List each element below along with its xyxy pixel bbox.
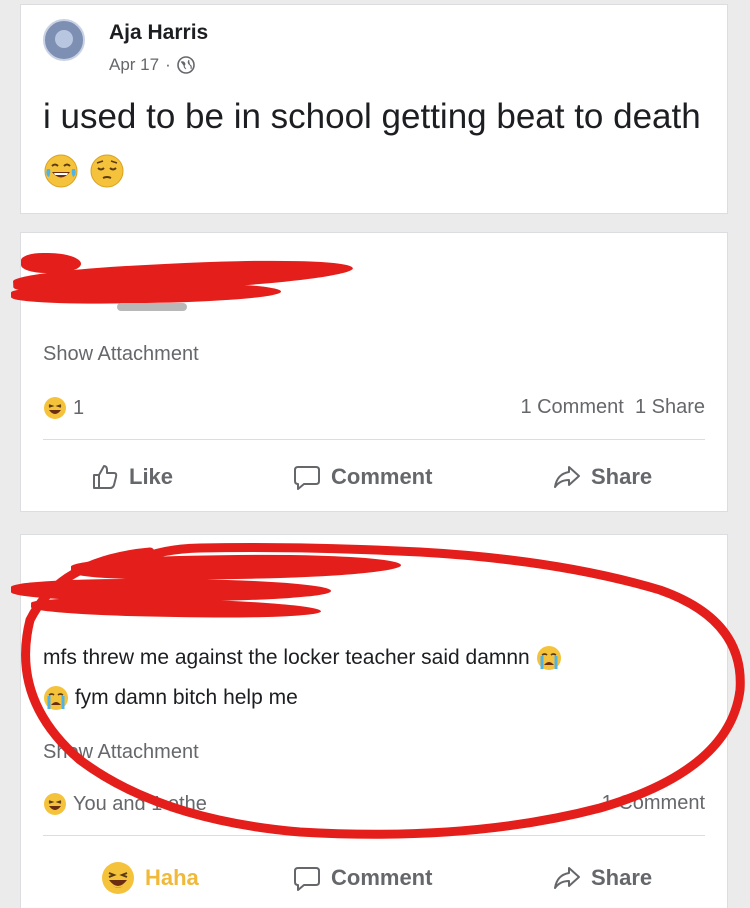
haha-label: Haha	[145, 865, 199, 890]
share-label: Share	[591, 865, 653, 890]
divider	[43, 835, 705, 836]
comment-card-2: mfs threw me against the locker teacher …	[11, 534, 728, 908]
post-card: Aja Harris Apr 17 · i used to be in scho…	[20, 4, 728, 214]
comment-label: Comment	[331, 464, 433, 489]
tears-of-joy-emoji-icon	[44, 154, 78, 188]
show-attachment-link[interactable]: Show Attachment	[43, 343, 199, 366]
pensive-emoji-icon	[90, 154, 124, 188]
haha-emoji-icon	[44, 793, 66, 815]
share-label: Share	[591, 464, 653, 489]
like-button[interactable]: Like	[91, 463, 173, 491]
reactions-text: You and 1 othe	[73, 792, 207, 815]
loudly-crying-emoji-icon	[44, 686, 68, 711]
comments-count[interactable]: 1 Comment	[520, 396, 623, 418]
haha-emoji-icon	[102, 862, 134, 894]
speech-bubble-icon	[294, 867, 320, 891]
share-button[interactable]: Share	[553, 864, 652, 892]
redaction-mark	[21, 253, 81, 273]
author-avatar[interactable]	[43, 19, 85, 61]
reaction-summary[interactable]: 1	[43, 396, 84, 420]
post-date[interactable]: Apr 17	[109, 55, 159, 75]
post-text-content: i used to be in school getting beat to d…	[43, 97, 701, 136]
share-arrow-icon	[554, 466, 580, 488]
globe-icon	[176, 56, 195, 74]
speech-bubble-icon	[294, 466, 320, 490]
comment-card-1: Show Attachment 1 1 Comment 1 Share Like…	[10, 232, 728, 512]
comment-text-line1: mfs threw me against the locker teacher …	[43, 646, 530, 669]
show-attachment-link[interactable]: Show Attachment	[43, 741, 199, 764]
redaction-mark	[70, 552, 402, 582]
post-text: i used to be in school getting beat to d…	[43, 91, 723, 195]
comment-button[interactable]: Comment	[293, 864, 432, 892]
reaction-summary[interactable]: You and 1 othe	[43, 792, 207, 816]
like-label: Like	[129, 464, 174, 489]
thumbs-up-icon	[93, 465, 118, 489]
share-arrow-icon	[554, 867, 580, 889]
redaction-mark	[11, 579, 331, 601]
comments-count[interactable]: 1 Comment	[602, 792, 705, 815]
redaction-mark	[30, 596, 322, 620]
loudly-crying-emoji-icon	[536, 646, 561, 671]
comment-text-line2: fym damn bitch help me	[74, 686, 298, 709]
post-meta: Apr 17 ·	[109, 55, 195, 75]
comment-share-counts[interactable]: 1 Comment 1 Share	[520, 396, 705, 419]
partial-timestamp	[117, 303, 187, 311]
reaction-count: 1	[73, 396, 85, 419]
meta-separator: ·	[165, 55, 171, 74]
comment-text: mfs threw me against the locker teacher …	[43, 638, 723, 718]
comment-button[interactable]: Comment	[293, 463, 432, 491]
share-button[interactable]: Share	[553, 463, 652, 491]
divider	[43, 439, 705, 440]
shares-count[interactable]: 1 Share	[635, 396, 705, 418]
haha-emoji-icon	[44, 397, 66, 419]
author-name[interactable]: Aja Harris	[109, 21, 208, 45]
comment-label: Comment	[331, 865, 433, 890]
haha-reaction-button[interactable]: Haha	[101, 861, 199, 895]
